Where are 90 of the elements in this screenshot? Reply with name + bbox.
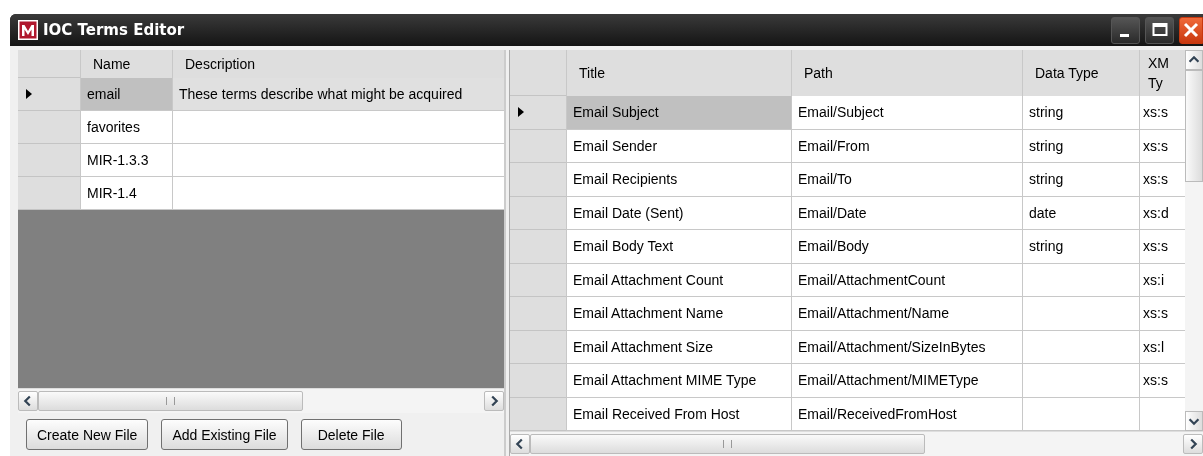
table-cell[interactable]: Email Subject [566,96,791,130]
column-header[interactable]: XM Ty [1139,50,1185,96]
table-cell[interactable] [1022,364,1139,398]
table-cell[interactable]: Email Date (Sent) [566,196,791,230]
vertical-scrollbar[interactable] [1185,50,1203,431]
maximize-button[interactable] [1145,16,1174,44]
table-cell[interactable]: Email Attachment Count [566,263,791,297]
horizontal-scrollbar[interactable] [18,388,504,413]
table-cell[interactable]: xs:i [1139,263,1185,297]
row-header [18,50,80,78]
table-cell[interactable] [1139,397,1185,431]
scroll-right-icon[interactable] [484,391,504,411]
row-header[interactable] [510,129,566,163]
table-cell[interactable]: xs:s [1139,297,1185,331]
horizontal-scrollbar[interactable] [510,431,1203,456]
minimize-button[interactable] [1111,16,1140,44]
minimize-icon [1120,33,1129,37]
table-cell[interactable]: Email/Attachment/Name [791,297,1022,331]
table-cell[interactable] [172,144,504,177]
table-cell[interactable]: Email Recipients [566,163,791,197]
table-cell[interactable]: Email/Subject [791,96,1022,130]
table-cell[interactable]: MIR-1.3.3 [80,144,172,177]
table-cell[interactable]: Email/From [791,129,1022,163]
row-header[interactable] [510,230,566,264]
table-cell[interactable]: Email Attachment Name [566,297,791,331]
column-header[interactable]: Title [566,50,791,96]
scroll-right-icon[interactable] [1183,434,1203,454]
table-cell[interactable] [1022,297,1139,331]
current-row-icon [518,107,524,118]
table-cell[interactable]: Email/Date [791,196,1022,230]
table-cell[interactable]: Email/AttachmentCount [791,263,1022,297]
column-header[interactable]: Data Type [1022,50,1139,96]
table-cell[interactable]: Email Attachment MIME Type [566,364,791,398]
row-header[interactable] [510,297,566,331]
row-header[interactable] [510,163,566,197]
row-header[interactable] [18,111,80,144]
table-cell[interactable]: string [1022,230,1139,264]
current-row-icon [26,89,32,99]
row-header[interactable] [510,196,566,230]
table-cell[interactable]: date [1022,196,1139,230]
row-header [510,50,566,96]
table-cell[interactable]: email [80,78,172,111]
file-button[interactable]: Delete File [300,419,402,450]
table-cell[interactable]: xs:s [1139,230,1185,264]
table-cell[interactable]: xs:s [1139,96,1185,130]
table-cell[interactable]: string [1022,96,1139,130]
table-cell[interactable]: MIR-1.4 [80,177,172,210]
table-cell[interactable]: Email/Attachment/SizeInBytes [791,330,1022,364]
row-header[interactable] [510,364,566,398]
row-header[interactable] [18,78,80,111]
column-header[interactable]: Name [80,50,172,78]
table-cell[interactable] [1022,330,1139,364]
window-title: IOC Terms Editor [43,21,185,39]
table-cell[interactable]: Email/Body [791,230,1022,264]
table-cell[interactable]: Email Attachment Size [566,330,791,364]
table-cell[interactable]: favorites [80,111,172,144]
table-cell[interactable]: Email/To [791,163,1022,197]
row-header[interactable] [510,263,566,297]
scroll-down-icon[interactable] [1185,411,1203,431]
file-button[interactable]: Create New File [26,419,149,450]
table-cell[interactable]: xs:s [1139,364,1185,398]
table-cell[interactable]: string [1022,129,1139,163]
table-cell[interactable] [1022,263,1139,297]
table-cell[interactable]: Email Sender [566,129,791,163]
table-cell[interactable]: Email/Attachment/MIMEType [791,364,1022,398]
row-header[interactable] [510,330,566,364]
scroll-left-icon[interactable] [18,391,38,411]
table-cell[interactable] [1022,397,1139,431]
file-button[interactable]: Add Existing File [161,419,288,450]
column-header[interactable]: Description [172,50,504,78]
app-logo-icon [18,20,38,40]
table-cell[interactable]: xs:s [1139,129,1185,163]
close-button[interactable] [1179,16,1203,44]
table-cell[interactable]: string [1022,163,1139,197]
row-header[interactable] [18,177,80,210]
table-cell[interactable]: Email Body Text [566,230,791,264]
table-cell[interactable] [172,177,504,210]
table-cell[interactable] [172,111,504,144]
column-header[interactable]: Path [791,50,1022,96]
table-cell[interactable]: These terms describe what might be acquired [172,78,504,111]
table-cell[interactable]: xs:s [1139,163,1185,197]
row-header[interactable] [18,144,80,177]
table-cell[interactable]: xs:d [1139,196,1185,230]
row-header[interactable] [510,96,566,130]
table-cell[interactable]: xs:l [1139,330,1185,364]
table-cell[interactable]: Email/ReceivedFromHost [791,397,1022,431]
close-icon [1181,20,1201,40]
scroll-up-icon[interactable] [1185,50,1203,70]
table-cell[interactable]: Email Received From Host [566,397,791,431]
scroll-left-icon[interactable] [510,434,530,454]
